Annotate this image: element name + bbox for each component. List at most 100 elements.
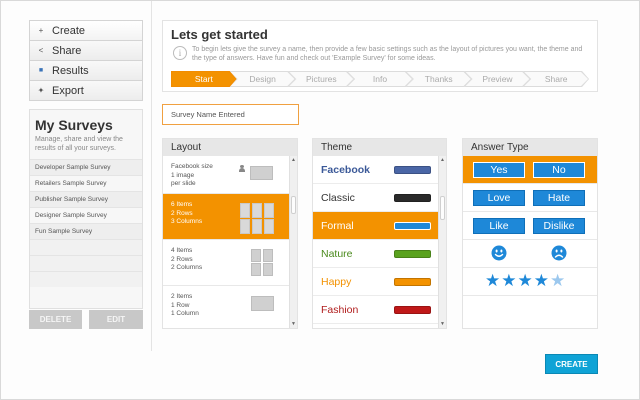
theme-color-swatch: [394, 193, 431, 202]
menu-item-label: Create: [52, 24, 86, 37]
wizard-step-start[interactable]: Start: [171, 71, 237, 87]
wizard-step-label: Info: [348, 72, 412, 86]
profile-icon: [239, 165, 245, 172]
layout-option-text: 4 Items 2 Rows 2 Columns: [171, 247, 202, 273]
wizard-step-design[interactable]: Design: [230, 71, 296, 87]
layout-thumbnail: [264, 219, 274, 234]
scroll-down-icon[interactable]: ▼: [290, 320, 297, 328]
answer-type-option[interactable]: Like Dislike: [463, 212, 597, 240]
survey-list-item[interactable]: Retailers Sample Survey: [30, 175, 142, 191]
sad-face-icon[interactable]: [551, 245, 567, 261]
getting-started-header: Lets get started i To begin lets give th…: [162, 20, 598, 92]
wizard-step-share[interactable]: Share: [523, 71, 589, 87]
layout-option-line: per slide: [171, 180, 196, 187]
answer-type-heading: Answer Type: [463, 139, 597, 156]
answer-yes-button[interactable]: Yes: [473, 162, 525, 178]
layout-option[interactable]: 6 Items 2 Rows 3 Columns: [163, 194, 290, 240]
scroll-up-icon[interactable]: ▲: [439, 156, 446, 164]
star-icon[interactable]: ★: [501, 271, 516, 291]
answer-dislike-button[interactable]: Dislike: [533, 218, 585, 234]
star-icon[interactable]: ★: [485, 271, 500, 291]
survey-list-item[interactable]: Designer Sample Survey: [30, 207, 142, 223]
column-divider: [151, 1, 152, 351]
answer-type-smileys[interactable]: [463, 240, 597, 268]
answer-hate-button[interactable]: Hate: [533, 190, 585, 206]
menu-item-create[interactable]: + Create: [29, 20, 143, 41]
page-title: Lets get started: [171, 27, 268, 42]
menu-item-label: Export: [52, 84, 84, 97]
create-button[interactable]: CREATE: [545, 354, 598, 374]
layout-option-line: 1 image: [171, 171, 195, 179]
star-icon[interactable]: ★: [534, 271, 549, 291]
wizard-step-label: Pictures: [289, 72, 353, 86]
theme-option-name: Nature: [321, 247, 353, 260]
answer-no-button[interactable]: No: [533, 162, 585, 178]
my-surveys-title: My Surveys: [35, 117, 113, 133]
theme-option-fashion[interactable]: Fashion: [313, 296, 439, 324]
scroll-up-icon[interactable]: ▲: [290, 156, 297, 164]
star-icon[interactable]: ★: [550, 271, 565, 291]
wizard-steps: Start Design Pictures Info Thanks Preview Shar…: [171, 71, 589, 87]
wizard-step-label: Preview: [466, 72, 530, 86]
survey-builder-page: + Create < Share ■ Results ✦ Export My Surveys …: [0, 0, 640, 400]
layout-option-text: Facebook size 1 image per slide: [171, 163, 213, 189]
survey-list-empty-row: [30, 255, 142, 271]
survey-list-item[interactable]: Developer Sample Survey: [30, 159, 142, 175]
wizard-step-label: Design: [231, 72, 295, 86]
theme-option-happy[interactable]: Happy: [313, 268, 439, 296]
survey-list-item[interactable]: Publisher Sample Survey: [30, 191, 142, 207]
scroll-thumb[interactable]: [291, 196, 296, 214]
wizard-step-preview[interactable]: Preview: [465, 71, 531, 87]
layout-option[interactable]: 4 Items 2 Rows 2 Columns: [163, 240, 290, 286]
header-description: To begin lets give the survey a name, th…: [192, 46, 583, 62]
export-icon: ✦: [37, 86, 45, 95]
happy-face-icon[interactable]: [491, 245, 507, 261]
layout-thumbnail: [252, 219, 262, 234]
wizard-step-label: Start: [172, 72, 236, 86]
layout-panel: Layout Facebook size 1 image per slide 6 It…: [162, 138, 298, 329]
layout-option[interactable]: Facebook size 1 image per slide: [163, 156, 290, 194]
survey-name-input[interactable]: [162, 104, 299, 125]
layout-option-line: 1 Row: [171, 301, 190, 309]
layout-option-line: Facebook size: [171, 163, 213, 170]
edit-button[interactable]: EDIT: [89, 310, 143, 329]
layout-option[interactable]: 2 Items 1 Row 1 Column: [163, 286, 290, 328]
theme-option-classic[interactable]: Classic: [313, 184, 439, 212]
answer-type-option[interactable]: Love Hate: [463, 184, 597, 212]
theme-heading: Theme: [313, 139, 446, 156]
menu-item-export[interactable]: ✦ Export: [29, 80, 143, 101]
theme-scrollbar[interactable]: ▲ ▼: [438, 156, 446, 328]
wizard-step-pictures[interactable]: Pictures: [288, 71, 354, 87]
layout-thumbnail: [264, 203, 274, 218]
delete-button[interactable]: DELETE: [29, 310, 82, 329]
answer-like-button[interactable]: Like: [473, 218, 525, 234]
layout-option-line: 3 Columns: [171, 218, 203, 225]
layout-option-line: 4 Items: [171, 247, 193, 254]
star-rating[interactable]: ★ ★ ★ ★ ★: [485, 271, 565, 291]
layout-scrollbar[interactable]: ▲ ▼: [289, 156, 297, 328]
wizard-step-thanks[interactable]: Thanks: [406, 71, 472, 87]
scroll-thumb[interactable]: [440, 196, 445, 220]
survey-list-item[interactable]: Fun Sample Survey: [30, 223, 142, 239]
menu-item-share[interactable]: < Share: [29, 40, 143, 61]
menu-item-results[interactable]: ■ Results: [29, 60, 143, 81]
star-icon[interactable]: ★: [518, 271, 533, 291]
answer-type-stars[interactable]: ★ ★ ★ ★ ★: [463, 268, 597, 296]
theme-option-nature[interactable]: Nature: [313, 240, 439, 268]
theme-color-swatch: [394, 305, 431, 314]
theme-option-name: Fashion: [321, 303, 359, 316]
answer-type-option[interactable]: Yes No: [463, 156, 597, 184]
layout-option-line: 2 Rows: [171, 255, 193, 263]
survey-list-empty-row: [30, 239, 142, 255]
layout-option-text: 6 Items 2 Rows 3 Columns: [171, 201, 202, 227]
theme-option-formal[interactable]: Formal: [313, 212, 439, 240]
theme-color-swatch: [394, 165, 431, 174]
layout-thumbnail: [251, 296, 274, 311]
theme-option-facebook[interactable]: Facebook: [313, 156, 439, 184]
layout-thumbnail: [251, 263, 261, 276]
scroll-down-icon[interactable]: ▼: [439, 320, 446, 328]
layout-option-line: 1 Column: [171, 310, 199, 317]
wizard-step-info[interactable]: Info: [347, 71, 413, 87]
theme-color-swatch: [394, 249, 431, 258]
answer-love-button[interactable]: Love: [473, 190, 525, 206]
